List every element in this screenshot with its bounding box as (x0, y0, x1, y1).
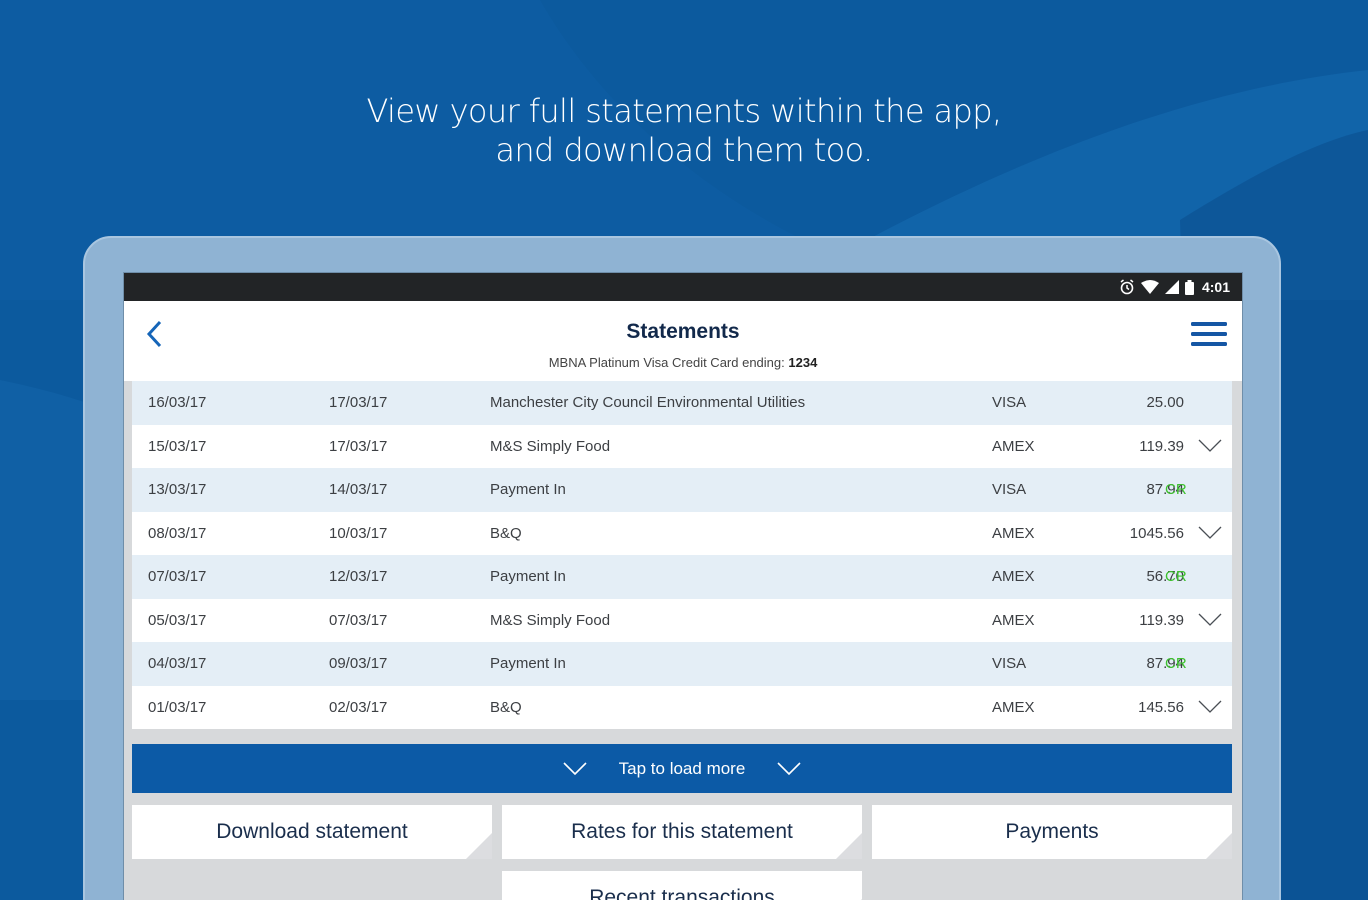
posted-date: 09/03/17 (329, 655, 388, 673)
load-more-label: Tap to load more (618, 758, 746, 778)
alarm-icon (1119, 279, 1135, 295)
wifi-icon (1140, 280, 1159, 294)
download-statement-button[interactable]: Download statement (132, 805, 492, 859)
promo-headline-line1: View your full statements within the app… (366, 92, 1002, 130)
card-type: AMEX (992, 698, 1035, 716)
transaction-date: 15/03/17 (148, 437, 207, 455)
credit-badge: CR (1165, 655, 1187, 673)
rates-statement-button[interactable]: Rates for this statement (502, 805, 862, 859)
posted-date: 14/03/17 (329, 481, 388, 499)
menu-button[interactable] (1190, 321, 1228, 347)
card-type: VISA (992, 394, 1027, 412)
card-subtitle: MBNA Platinum Visa Credit Card ending: 1… (124, 355, 1242, 370)
load-more-button[interactable]: Tap to load more (132, 744, 1232, 793)
transaction-date: 04/03/17 (148, 655, 207, 673)
payments-button[interactable]: Payments (872, 805, 1232, 859)
posted-date: 07/03/17 (329, 611, 388, 629)
transaction-date: 16/03/17 (148, 394, 207, 412)
posted-date: 02/03/17 (329, 698, 388, 716)
card-type: AMEX (992, 568, 1035, 586)
table-row[interactable]: 15/03/17 17/03/17 M&S Simply Food AMEX 119.3… (132, 424, 1232, 468)
rates-statement-label: Rates for this statement (571, 820, 793, 843)
card-ending-number: 1234 (788, 355, 818, 370)
table-row: 04/03/17 09/03/17 Payment In VISA 87.94 CR (132, 642, 1232, 686)
transaction-description: Payment In (490, 655, 566, 673)
transaction-amount: 145.56 (1138, 698, 1184, 716)
chevron-down-icon (777, 761, 801, 775)
transaction-date: 01/03/17 (148, 698, 207, 716)
card-type: AMEX (992, 437, 1035, 455)
promo-headline: View your full statements within the app… (0, 92, 1368, 170)
hamburger-menu-icon (1191, 322, 1227, 346)
transaction-description: B&Q (490, 524, 522, 542)
statement-actions: Download statement Rates for this statem… (132, 805, 1232, 900)
signal-icon (1164, 280, 1179, 294)
promo-headline-line2: and download them too. (495, 131, 873, 169)
card-type: VISA (992, 655, 1027, 673)
transaction-date: 05/03/17 (148, 611, 207, 629)
chevron-down-icon (563, 761, 587, 775)
app-screen: 4:01 Statements MBNA Platinum Visa Credi… (123, 272, 1243, 900)
download-statement-label: Download statement (216, 820, 408, 843)
posted-date: 17/03/17 (329, 394, 388, 412)
transaction-amount: 119.39 (1139, 437, 1184, 455)
battery-icon (1184, 279, 1194, 295)
table-row[interactable]: 05/03/17 07/03/17 M&S Simply Food AMEX 119.3… (132, 598, 1232, 642)
credit-badge: CR (1165, 568, 1187, 586)
status-bar: 4:01 (124, 273, 1242, 301)
chevron-down-icon[interactable] (1198, 699, 1222, 715)
chevron-down-icon[interactable] (1198, 438, 1222, 454)
payments-label: Payments (1005, 820, 1099, 843)
app-header: Statements MBNA Platinum Visa Credit Car… (124, 301, 1242, 381)
transaction-description: Payment In (490, 568, 566, 586)
table-row: 16/03/17 17/03/17 Manchester City Council … (132, 381, 1232, 425)
posted-date: 17/03/17 (329, 437, 388, 455)
transaction-amount: 1045.56 (1129, 524, 1184, 542)
transaction-date: 13/03/17 (148, 481, 207, 499)
table-row[interactable]: 08/03/17 10/03/17 B&Q AMEX 1045.56 (132, 511, 1232, 555)
transaction-description: Manchester City Council Environmental Ut… (490, 394, 806, 412)
transactions-table: 16/03/17 17/03/17 Manchester City Council … (132, 381, 1232, 729)
table-row[interactable]: 01/03/17 02/03/17 B&Q AMEX 145.56 (132, 685, 1232, 729)
card-type: AMEX (992, 611, 1035, 629)
page-title: Statements (626, 320, 740, 343)
credit-badge: CR (1165, 481, 1187, 499)
recent-transactions-label: Recent transactions (589, 886, 775, 900)
card-subtitle-label: MBNA Platinum Visa Credit Card ending: (548, 355, 785, 370)
transaction-amount: 25.00 (1146, 394, 1184, 412)
chevron-down-icon[interactable] (1198, 612, 1222, 628)
posted-date: 12/03/17 (329, 568, 388, 586)
table-row: 13/03/17 14/03/17 Payment In VISA 87.94 CR (132, 468, 1232, 512)
transaction-description: M&S Simply Food (490, 611, 611, 629)
transaction-description: Payment In (490, 481, 566, 499)
transaction-date: 08/03/17 (148, 524, 207, 542)
recent-transactions-button[interactable]: Recent transactions (502, 871, 862, 900)
transaction-amount: 119.39 (1139, 611, 1184, 629)
posted-date: 10/03/17 (329, 524, 388, 542)
table-row: 07/03/17 12/03/17 Payment In AMEX 56.70 CR (132, 555, 1232, 599)
transaction-date: 07/03/17 (148, 568, 207, 586)
chevron-down-icon[interactable] (1198, 525, 1222, 541)
card-type: AMEX (992, 524, 1035, 542)
transaction-description: B&Q (490, 698, 522, 716)
transaction-description: M&S Simply Food (490, 437, 611, 455)
card-type: VISA (992, 481, 1027, 499)
status-time: 4:01 (1201, 279, 1230, 295)
